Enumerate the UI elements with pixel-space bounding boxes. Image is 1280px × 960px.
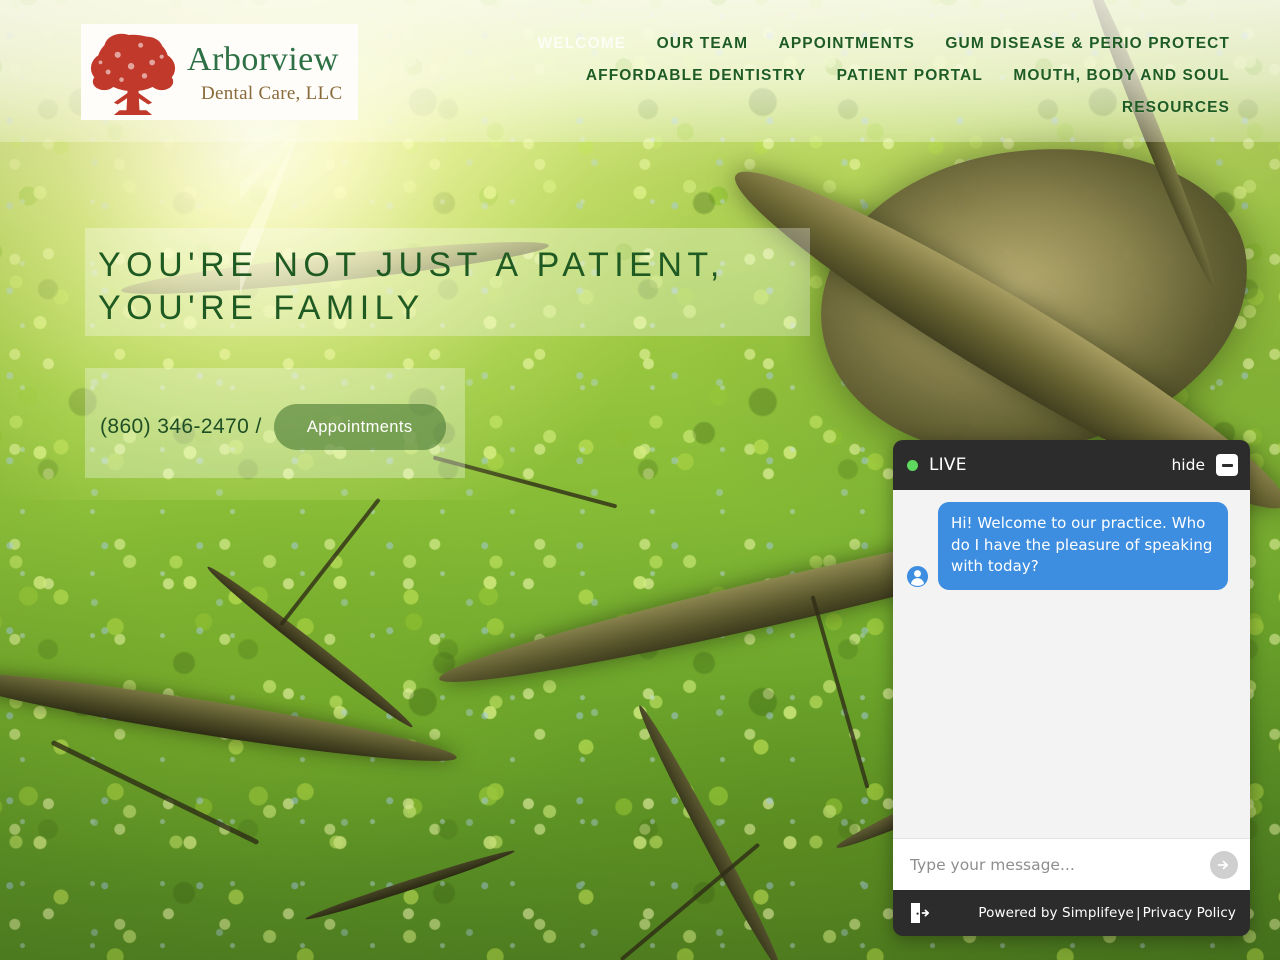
chat-footer-text: Powered by Simplifeye | Privacy Policy [978, 905, 1236, 921]
logo-text: Arborview Dental Care, LLC [187, 41, 343, 104]
user-avatar-icon [906, 565, 929, 587]
appointments-button[interactable]: Appointments [273, 404, 446, 450]
chat-hide-label[interactable]: hide [1171, 456, 1205, 474]
chat-input-row [893, 838, 1250, 890]
exit-door-icon[interactable] [905, 899, 933, 927]
privacy-policy-link[interactable]: Privacy Policy [1143, 905, 1236, 921]
nav-item-gum-disease-perio-protect[interactable]: GUM DISEASE & PERIO PROTECT [945, 28, 1230, 60]
nav-item-resources[interactable]: RESOURCES [1122, 92, 1230, 124]
chat-header: LIVE hide [893, 440, 1250, 490]
page-root: Arborview Dental Care, LLC WELCOME OUR T… [0, 0, 1280, 960]
chat-footer: Powered by Simplifeye | Privacy Policy [893, 890, 1250, 936]
hero-headline: YOU'RE NOT JUST A PATIENT, YOU'RE FAMILY [98, 246, 725, 327]
nav-item-welcome[interactable]: WELCOME [538, 28, 627, 60]
nav-item-our-team[interactable]: OUR TEAM [657, 28, 748, 60]
nav-item-patient-portal[interactable]: PATIENT PORTAL [837, 60, 983, 92]
chat-message-list: Hi! Welcome to our practice. Who do I ha… [893, 490, 1250, 838]
main-navigation: WELCOME OUR TEAM APPOINTMENTS GUM DISEAS… [330, 28, 1230, 124]
tree-icon [90, 33, 176, 116]
send-arrow-icon[interactable] [1210, 850, 1238, 879]
nav-item-appointments[interactable]: APPOINTMENTS [779, 28, 915, 60]
hero-cta-group: (860) 346-2470 / Appointments [100, 404, 446, 450]
nav-row-1: WELCOME OUR TEAM APPOINTMENTS GUM DISEAS… [330, 28, 1230, 60]
phone-number[interactable]: (860) 346-2470 / [100, 415, 262, 439]
live-chat-widget: LIVE hide Hi! Welcome to our practice. W… [893, 440, 1250, 936]
nav-item-mouth-body-and-soul[interactable]: MOUTH, BODY AND SOUL [1013, 60, 1230, 92]
powered-by-label: Powered by Simplifeye [978, 905, 1134, 921]
site-logo[interactable]: Arborview Dental Care, LLC [81, 24, 358, 120]
footer-separator: | [1135, 905, 1141, 921]
live-status-dot [907, 459, 918, 471]
arrow-right-icon [1217, 860, 1229, 869]
logo-name: Arborview [187, 41, 339, 78]
nav-row-2: AFFORDABLE DENTISTRY PATIENT PORTAL MOUT… [330, 60, 1230, 92]
logo-subtitle: Dental Care, LLC [201, 83, 343, 104]
live-status-label: LIVE [929, 455, 967, 475]
nav-row-3: RESOURCES [330, 92, 1230, 124]
chat-message-bubble: Hi! Welcome to our practice. Who do I ha… [938, 502, 1228, 590]
nav-item-affordable-dentistry[interactable]: AFFORDABLE DENTISTRY [586, 60, 806, 92]
site-header: Arborview Dental Care, LLC WELCOME OUR T… [0, 0, 1280, 142]
minimize-bar [1221, 463, 1233, 467]
minimize-icon[interactable] [1216, 454, 1238, 476]
chat-message: Hi! Welcome to our practice. Who do I ha… [906, 502, 1237, 590]
chat-message-input[interactable] [910, 855, 1210, 874]
